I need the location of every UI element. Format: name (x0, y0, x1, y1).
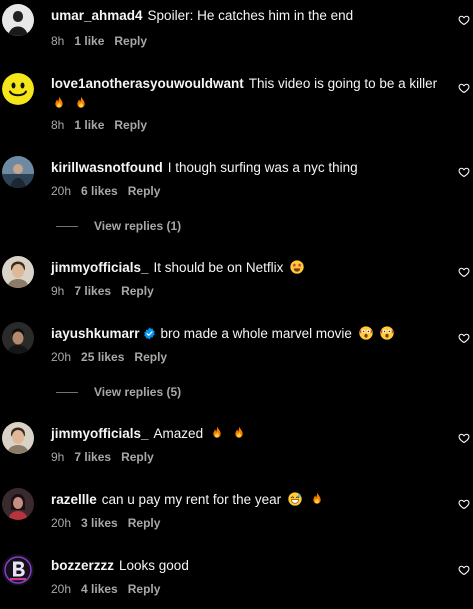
comment-text: jimmyofficials_ Amazed (51, 424, 439, 444)
comment-likes[interactable]: 4 likes (81, 582, 118, 596)
comment-likes[interactable]: 1 like (74, 118, 104, 132)
replies-divider-line (56, 392, 78, 394)
view-replies-label: View replies (5) (94, 385, 182, 399)
reply-button[interactable]: Reply (128, 184, 161, 198)
comment-time: 20h (51, 184, 72, 198)
avatar[interactable] (2, 4, 34, 36)
star-struck-emoji (289, 259, 305, 275)
comment-text: razellle can u pay my rent for the year (51, 490, 439, 510)
comment-meta: 20h 6 likes Reply (51, 183, 170, 199)
comment-meta: 9h 7 likes Reply (51, 283, 164, 299)
comment-item: jimmyofficials_ It should be on Netflix 9… (0, 252, 473, 308)
avatar[interactable] (2, 554, 34, 586)
comment-text: iayushkumarr bro made a whole marvel movi… (51, 324, 439, 344)
heart-icon[interactable] (458, 332, 470, 344)
comment-meta: 8h 1 like Reply (51, 33, 157, 49)
reply-button[interactable]: Reply (121, 284, 154, 298)
heart-icon[interactable] (458, 82, 470, 94)
fire-emoji (309, 491, 325, 507)
heart-icon[interactable] (458, 14, 470, 26)
fire-emoji (51, 95, 67, 111)
comment-likes[interactable]: 25 likes (81, 350, 124, 364)
view-replies-button[interactable]: View replies (5) (56, 384, 181, 400)
fire-emoji (73, 95, 89, 111)
comment-body: Looks good (119, 558, 189, 573)
comment-time: 20h (51, 582, 72, 596)
comment-likes[interactable]: 7 likes (74, 450, 111, 464)
comment-time: 8h (51, 118, 65, 132)
comment-time: 9h (51, 284, 65, 298)
comment-time: 20h (51, 350, 72, 364)
comment-username[interactable]: jimmyofficials_ (51, 260, 149, 275)
comment-time: 8h (51, 34, 65, 48)
reply-button[interactable]: Reply (128, 516, 161, 530)
comment-list: umar_ahmad4 Spoiler: He catches him in th… (0, 0, 473, 609)
comment-item: razellle can u pay my rent for the year 2… (0, 484, 473, 540)
grinning-sweat-emoji (287, 491, 303, 507)
replies-divider-line (56, 226, 78, 228)
reply-button[interactable]: Reply (134, 350, 167, 364)
comment-body: It should be on Netflix (153, 260, 284, 275)
comment-text: umar_ahmad4 Spoiler: He catches him in th… (51, 6, 439, 26)
astonished-emoji (358, 325, 374, 341)
comment-body: This video is going to be a killer (248, 76, 438, 91)
reply-button[interactable]: Reply (114, 118, 147, 132)
reply-button[interactable]: Reply (114, 34, 147, 48)
fire-emoji (209, 425, 225, 441)
comment-likes[interactable]: 1 like (74, 34, 104, 48)
comment-meta: 20h 4 likes Reply (51, 581, 170, 597)
comment-text: love1anotherasyouwouldwant This video is … (51, 74, 439, 114)
comment-text: jimmyofficials_ It should be on Netflix (51, 258, 439, 278)
comment-body: I though surfing was a nyc thing (167, 160, 358, 175)
comment-time: 9h (51, 450, 65, 464)
comment-text: bozzerzzz Looks good (51, 556, 439, 576)
comment-meta: 8h 1 like Reply (51, 117, 157, 133)
heart-icon[interactable] (458, 498, 470, 510)
comment-username[interactable]: kirillwasnotfound (51, 160, 163, 175)
reply-button[interactable]: Reply (121, 450, 154, 464)
comment-body: Amazed (153, 426, 204, 441)
comment-likes[interactable]: 7 likes (74, 284, 111, 298)
reply-button[interactable]: Reply (128, 582, 161, 596)
comment-username[interactable]: love1anotherasyouwouldwant (51, 76, 244, 91)
comment-meta: 20h 3 likes Reply (51, 515, 170, 531)
view-replies-label: View replies (1) (94, 219, 182, 233)
comment-time: 20h (51, 516, 72, 530)
heart-icon[interactable] (458, 266, 470, 278)
view-replies-button[interactable]: View replies (1) (56, 218, 181, 234)
comment-item: jimmyofficials_ Amazed 9h 7 likes Reply (0, 418, 473, 474)
verified-badge-icon (143, 327, 155, 340)
comment-likes[interactable]: 6 likes (81, 184, 118, 198)
fire-emoji (231, 425, 247, 441)
comment-username[interactable]: umar_ahmad4 (51, 8, 143, 23)
heart-icon[interactable] (458, 564, 470, 576)
comment-meta: 9h 7 likes Reply (51, 449, 164, 465)
avatar[interactable] (2, 73, 34, 105)
astonished-emoji (379, 325, 395, 341)
comment-meta: 20h 25 likes Reply (51, 349, 177, 365)
avatar[interactable] (2, 488, 34, 520)
comment-body: can u pay my rent for the year (101, 492, 282, 507)
comment-item: bozzerzzz Looks good 20h 4 likes Reply (0, 550, 473, 606)
comment-item: iayushkumarr bro made a whole marvel movi… (0, 318, 473, 402)
comment-item: kirillwasnotfound I though surfing was a … (0, 152, 473, 236)
comment-body: bro made a whole marvel movie (160, 326, 352, 341)
heart-icon[interactable] (458, 166, 470, 178)
comment-item: umar_ahmad4 Spoiler: He catches him in th… (0, 0, 473, 60)
comment-body: Spoiler: He catches him in the end (147, 8, 354, 23)
avatar[interactable] (2, 322, 34, 354)
comment-likes[interactable]: 3 likes (81, 516, 118, 530)
avatar[interactable] (2, 156, 34, 188)
comment-text: kirillwasnotfound I though surfing was a … (51, 158, 439, 178)
avatar[interactable] (2, 422, 34, 454)
comment-item: love1anotherasyouwouldwant This video is … (0, 68, 473, 140)
comment-username[interactable]: bozzerzzz (51, 558, 114, 573)
avatar[interactable] (2, 256, 34, 288)
comment-username[interactable]: jimmyofficials_ (51, 426, 149, 441)
comment-username[interactable]: iayushkumarr (51, 326, 140, 341)
comment-username[interactable]: razellle (51, 492, 97, 507)
heart-icon[interactable] (458, 432, 470, 444)
